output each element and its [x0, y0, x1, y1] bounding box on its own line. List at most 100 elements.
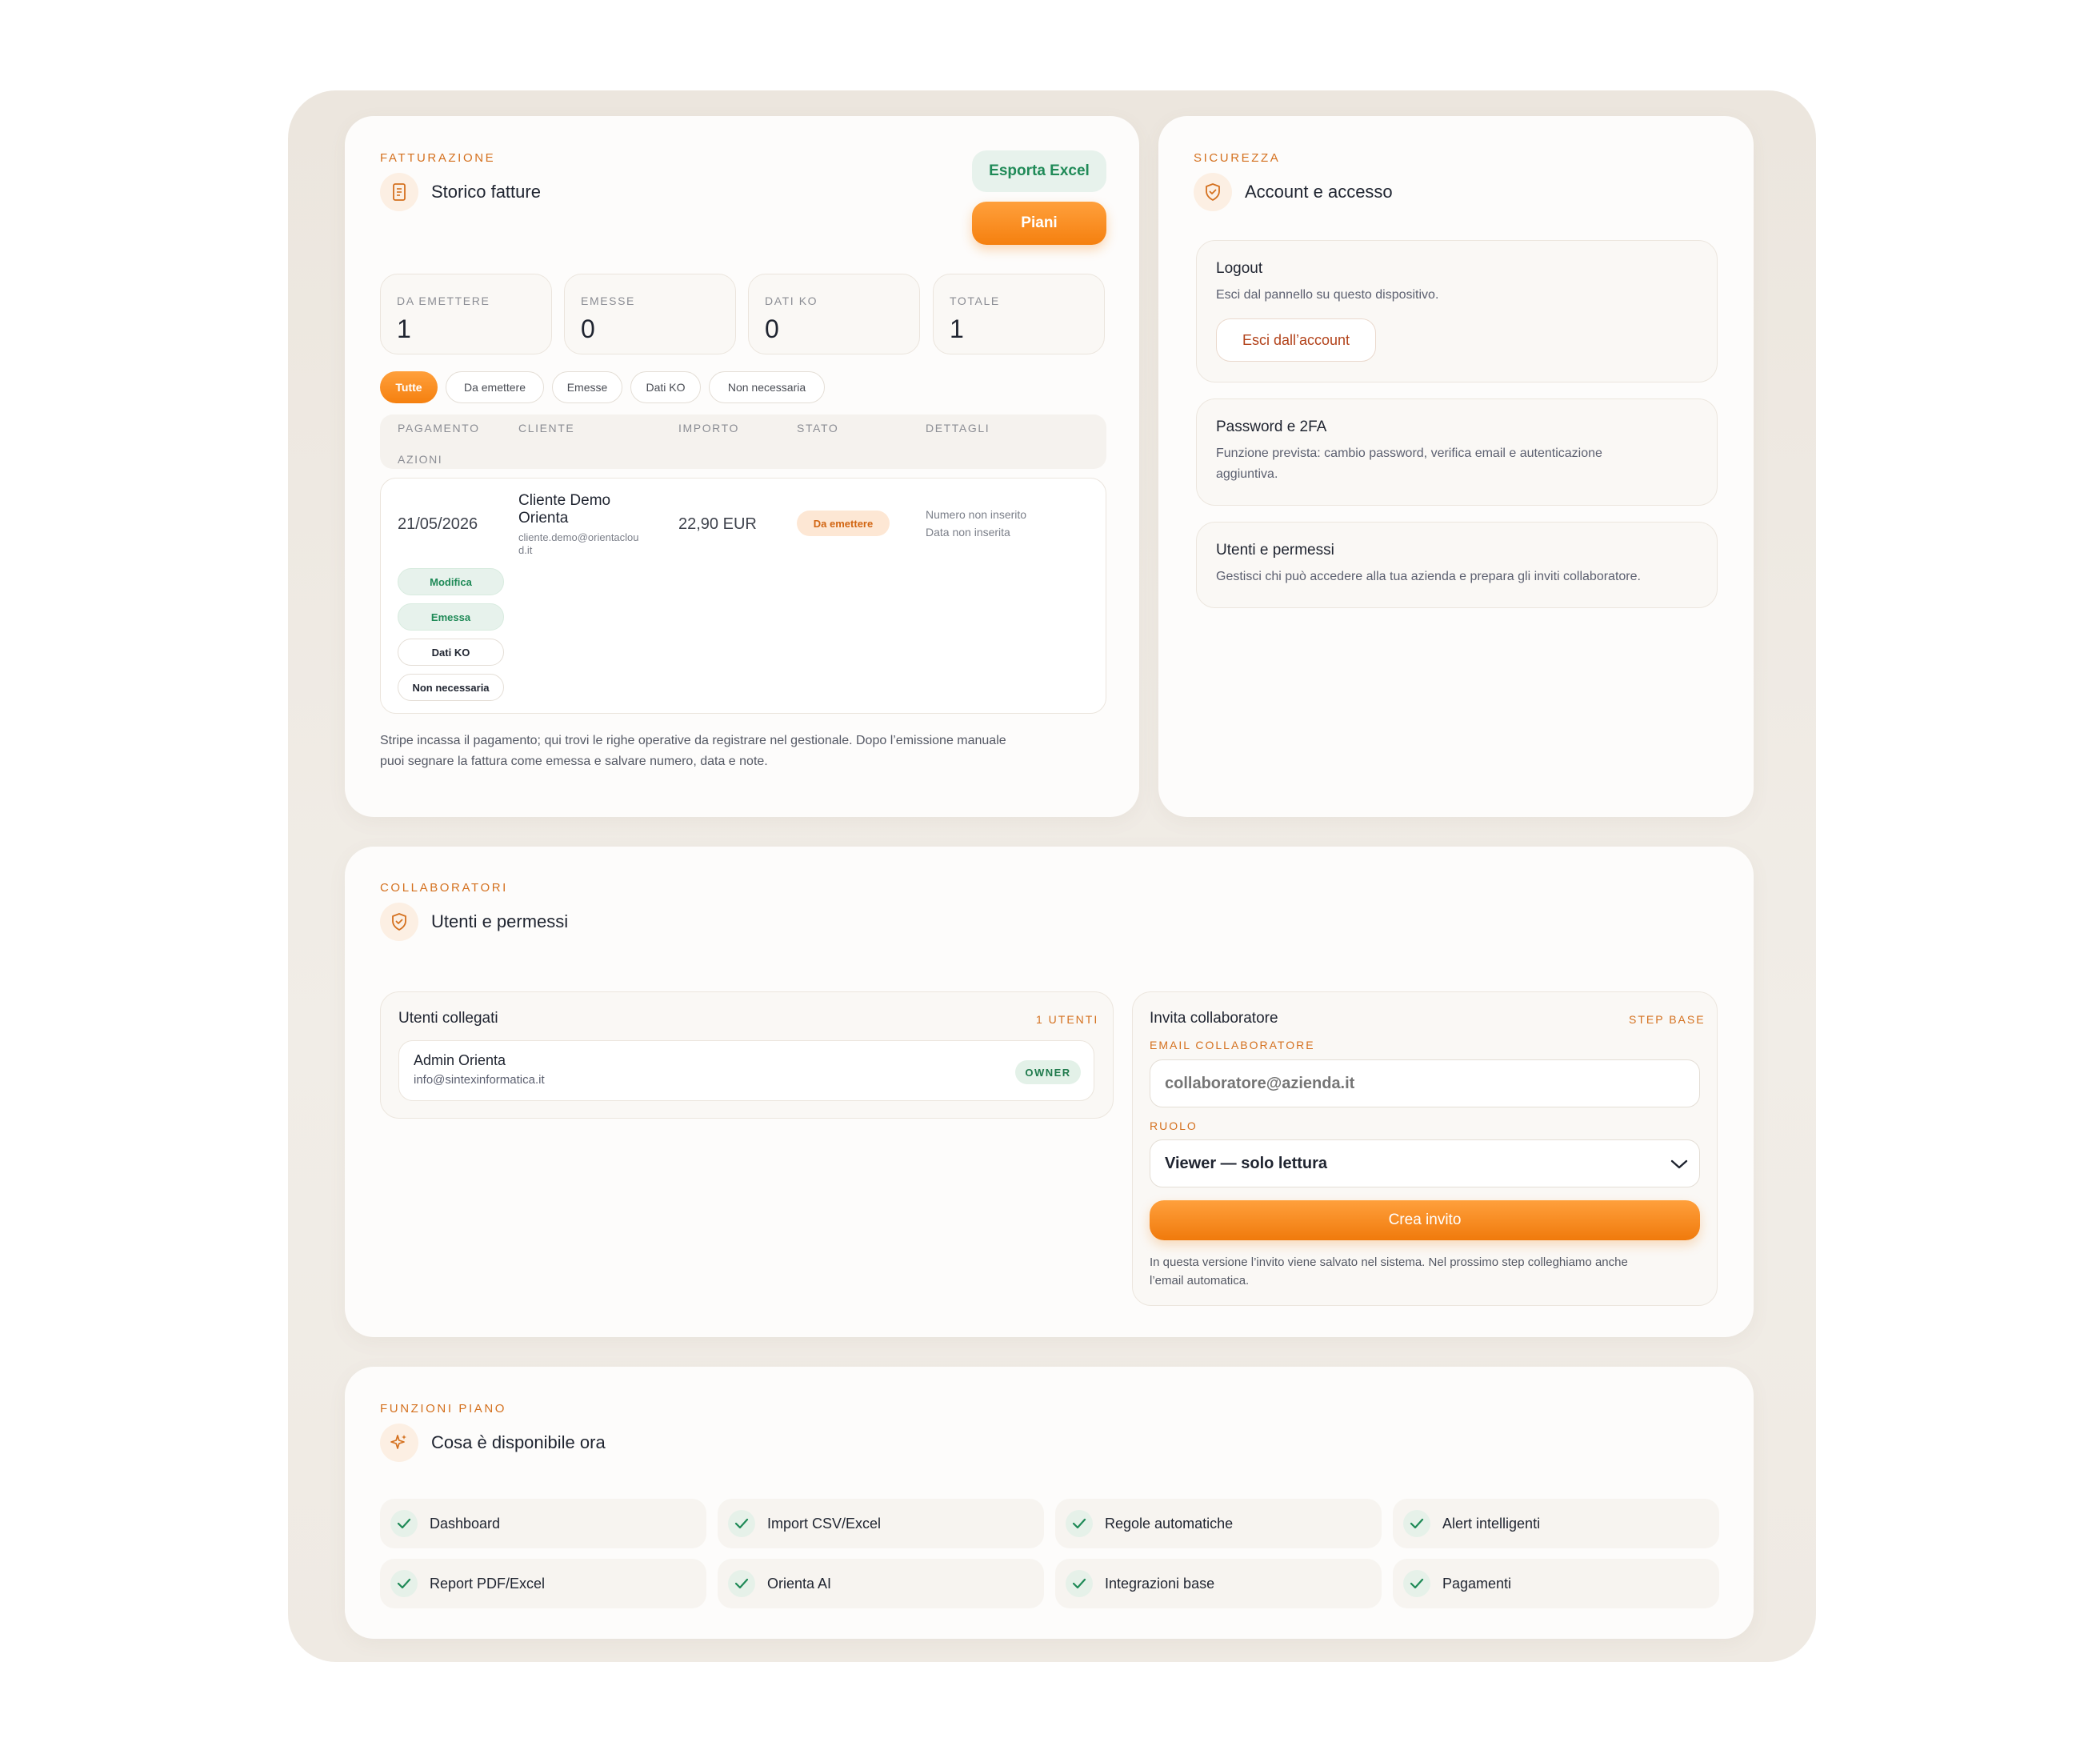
features-title: Cosa è disponibile ora — [431, 1432, 606, 1452]
role-badge: OWNER — [1015, 1060, 1081, 1084]
filter-all[interactable]: Tutte — [380, 371, 438, 403]
export-excel-button[interactable]: Esporta Excel — [972, 150, 1106, 192]
collaborators-eyebrow: COLLABORATORI — [380, 881, 508, 895]
logout-title: Logout — [1216, 260, 1263, 277]
users-permissions-description: Gestisci chi può accedere alla tua azien… — [1216, 570, 1641, 583]
list-item[interactable]: Admin Orienta info@sintexinformatica.it … — [398, 1040, 1094, 1101]
billing-eyebrow: FATTURAZIONE — [380, 151, 496, 165]
check-icon — [1066, 1510, 1093, 1537]
features-title-row: Cosa è disponibile ora — [380, 1424, 606, 1462]
receipt-icon — [380, 173, 418, 211]
payment-date: 21/05/2026 — [398, 515, 478, 533]
feature-label: Integrazioni base — [1105, 1575, 1215, 1592]
check-icon — [728, 1510, 755, 1537]
feature-ai: Orienta AI — [718, 1559, 1044, 1608]
billing-note-line-2: puoi segnare la fattura come emessa e sa… — [380, 755, 768, 768]
check-icon — [728, 1570, 755, 1597]
detail-number: Numero non inserito — [926, 508, 1027, 521]
feature-reports: Report PDF/Excel — [380, 1559, 706, 1608]
stat-issued: EMESSE 0 — [564, 274, 736, 354]
security-title-row: Account e accesso — [1194, 173, 1393, 211]
security-eyebrow: SICUREZZA — [1194, 151, 1281, 165]
feature-rules: Regole automatiche — [1055, 1499, 1382, 1548]
stat-total: TOTALE 1 — [933, 274, 1105, 354]
feature-label: Pagamenti — [1442, 1575, 1512, 1592]
table-row: 21/05/2026 Cliente Demo Orienta cliente.… — [380, 478, 1106, 714]
feature-label: Orienta AI — [767, 1575, 832, 1592]
col-details: DETTAGLI — [926, 422, 990, 434]
filter-data-ko[interactable]: Dati KO — [630, 371, 701, 403]
client-name-line-1: Cliente Demo — [518, 492, 611, 509]
stat-label: DATI KO — [765, 294, 818, 307]
feature-label: Dashboard — [430, 1515, 501, 1532]
user-name: Admin Orienta — [414, 1052, 506, 1068]
client-email-line-2: d.it — [518, 544, 533, 556]
feature-label: Alert intelligenti — [1442, 1515, 1541, 1532]
status-badge: Da emettere — [797, 511, 890, 536]
feature-payments: Pagamenti — [1393, 1559, 1719, 1608]
col-payment: PAGAMENTO — [398, 422, 480, 434]
invite-note-line-2: l’email automatica. — [1150, 1274, 1250, 1287]
security-title: Account e accesso — [1245, 182, 1393, 202]
edit-button[interactable]: Modifica — [398, 568, 504, 595]
sparkle-icon — [380, 1424, 418, 1462]
users-permissions-title: Utenti e permessi — [1216, 542, 1334, 559]
check-icon — [1403, 1510, 1430, 1537]
col-actions: AZIONI — [398, 453, 443, 466]
feature-integrations: Integrazioni base — [1055, 1559, 1382, 1608]
chevron-down-icon — [1670, 1156, 1688, 1175]
role-select[interactable]: Viewer — solo lettura — [1150, 1139, 1700, 1187]
password-box: Password e 2FA Funzione prevista: cambio… — [1196, 398, 1718, 506]
linked-users-title: Utenti collegati — [398, 1010, 498, 1027]
role-selected-value: Viewer — solo lettura — [1165, 1154, 1328, 1172]
invoice-table-header — [380, 414, 1106, 469]
stat-value: 0 — [581, 314, 595, 343]
filter-not-needed[interactable]: Non necessaria — [709, 371, 825, 403]
stat-label: TOTALE — [950, 294, 1000, 307]
password-description-line-1: Funzione prevista: cambio password, veri… — [1216, 447, 1602, 460]
mark-issued-button[interactable]: Emessa — [398, 603, 504, 631]
mark-not-needed-button[interactable]: Non necessaria — [398, 674, 504, 701]
stat-label: EMESSE — [581, 294, 635, 307]
collaborators-title-row: Utenti e permessi — [380, 903, 568, 941]
col-status: STATO — [797, 422, 839, 434]
invite-note-line-1: In questa versione l’invito viene salvat… — [1150, 1255, 1628, 1269]
mark-data-ko-button[interactable]: Dati KO — [398, 639, 504, 666]
stat-data-ko: DATI KO 0 — [748, 274, 920, 354]
check-icon — [1403, 1570, 1430, 1597]
check-icon — [1066, 1570, 1093, 1597]
invite-title: Invita collaboratore — [1150, 1010, 1278, 1027]
features-eyebrow: FUNZIONI PIANO — [380, 1402, 507, 1416]
col-amount: IMPORTO — [678, 422, 740, 434]
feature-dashboard: Dashboard — [380, 1499, 706, 1548]
feature-import: Import CSV/Excel — [718, 1499, 1044, 1548]
create-invite-button[interactable]: Crea invito — [1150, 1200, 1700, 1240]
billing-title-row: Storico fatture — [380, 173, 541, 211]
feature-label: Import CSV/Excel — [767, 1515, 882, 1532]
password-description-line-2: aggiuntiva. — [1216, 467, 1278, 481]
client-name-line-2: Orienta — [518, 510, 569, 527]
invite-step: STEP BASE — [1629, 1013, 1706, 1026]
check-icon — [390, 1510, 418, 1537]
stat-to-issue: DA EMETTERE 1 — [380, 274, 552, 354]
logout-description: Esci dal pannello su questo dispositivo. — [1216, 288, 1439, 302]
filter-issued[interactable]: Emesse — [552, 371, 622, 403]
password-title: Password e 2FA — [1216, 418, 1327, 435]
billing-title: Storico fatture — [431, 182, 541, 202]
plans-button[interactable]: Piani — [972, 202, 1106, 245]
user-email: info@sintexinformatica.it — [414, 1073, 545, 1087]
role-label: RUOLO — [1150, 1119, 1198, 1132]
filter-to-issue[interactable]: Da emettere — [446, 371, 544, 403]
feature-alerts: Alert intelligenti — [1393, 1499, 1719, 1548]
shield-icon — [1194, 173, 1232, 211]
logout-button[interactable]: Esci dall’account — [1216, 318, 1376, 362]
invoice-amount: 22,90 EUR — [678, 515, 757, 533]
client-email-line-1: cliente.demo@orientaclou — [518, 531, 639, 543]
collaborators-title: Utenti e permessi — [431, 911, 569, 931]
stat-label: DA EMETTERE — [397, 294, 490, 307]
shield-icon — [380, 903, 418, 941]
users-permissions-box[interactable]: Utenti e permessi Gestisci chi può acced… — [1196, 522, 1718, 608]
stat-value: 1 — [950, 314, 964, 343]
collaborator-email-input[interactable] — [1150, 1059, 1700, 1107]
col-client: CLIENTE — [518, 422, 575, 434]
